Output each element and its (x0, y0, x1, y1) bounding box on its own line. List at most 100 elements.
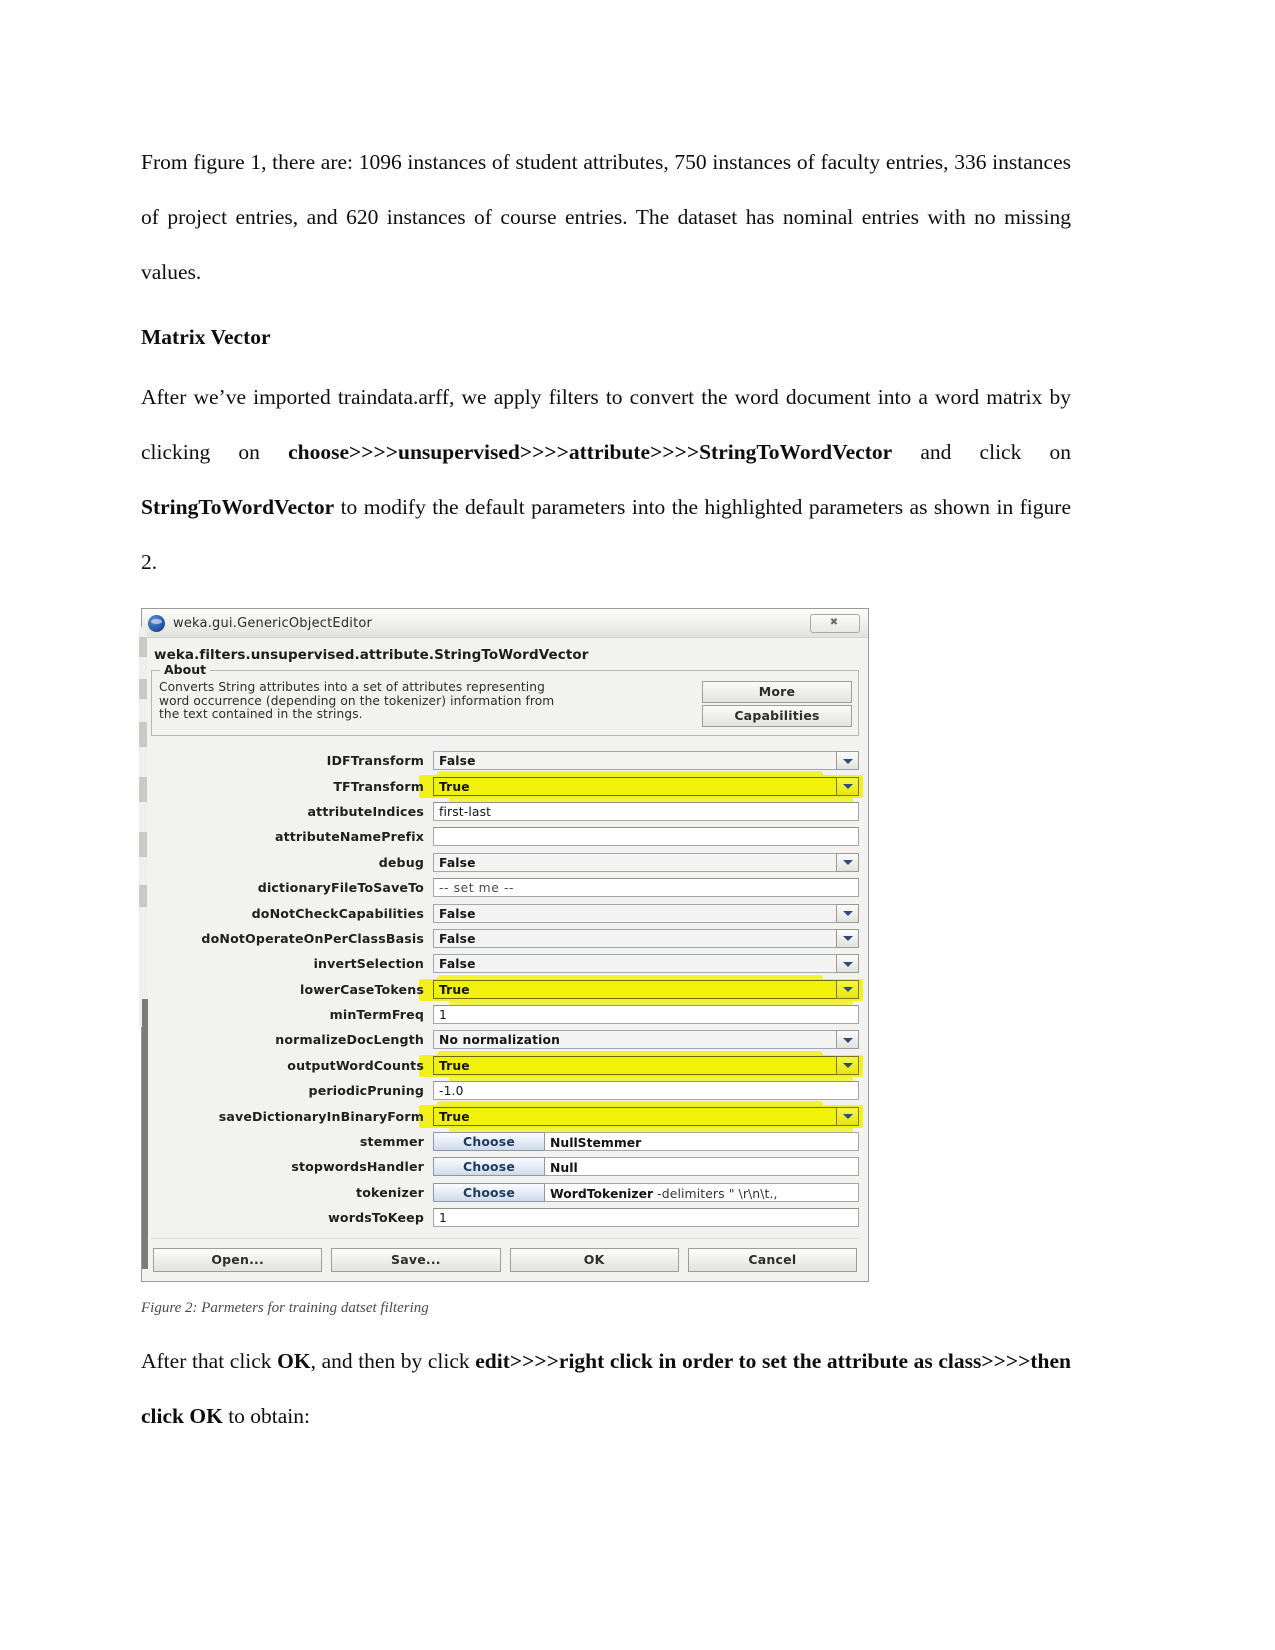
open-button[interactable]: Open... (153, 1248, 323, 1273)
parameter-label: outputWordCounts (287, 1057, 424, 1073)
chevron-down-icon[interactable] (836, 979, 859, 999)
parameter-row: stopwordsHandler Choose Null (151, 1154, 859, 1179)
choose-button[interactable]: Choose (433, 1132, 545, 1152)
close-icon[interactable]: ✖ (810, 613, 860, 633)
about-panel-buttons: More Capabilities (702, 681, 852, 727)
dialog-button-bar: Open... Save... OK Cancel (151, 1238, 859, 1275)
parameter-dropdown[interactable]: False (433, 903, 859, 923)
chevron-down-icon[interactable] (836, 1106, 859, 1126)
parameter-label: doNotCheckCapabilities (251, 905, 424, 921)
dropdown-selected-value[interactable]: False (433, 954, 836, 974)
parameter-label: dictionaryFileToSaveTo (257, 880, 424, 896)
dropdown-selected-value[interactable]: False (433, 903, 836, 923)
parameter-field: False (433, 954, 859, 974)
para3-text-1: After that click (141, 1349, 278, 1373)
dropdown-selected-value[interactable]: True (433, 1106, 836, 1126)
parameter-label: IDFTransform (326, 753, 424, 769)
chosen-object-value[interactable]: WordTokenizer -delimiters " \r\n\t., (545, 1182, 859, 1202)
parameter-dropdown[interactable]: True (433, 1055, 859, 1075)
parameter-field: 1 (433, 1005, 859, 1025)
parameter-row: wordsToKeep 1 (151, 1205, 859, 1230)
document-body-after-figure: After that click OK, and then by click e… (141, 1334, 1071, 1454)
parameter-row: dictionaryFileToSaveTo -- set me -- (151, 875, 859, 900)
dropdown-selected-value[interactable]: False (433, 852, 836, 872)
parameter-dropdown[interactable]: True (433, 979, 859, 999)
dropdown-selected-value[interactable]: No normalization (433, 1030, 836, 1050)
about-description-line-1: Converts String attributes into a set of… (159, 680, 545, 694)
parameter-field: No normalization (433, 1030, 859, 1050)
parameter-label: invertSelection (313, 956, 424, 972)
chosen-object-args: -delimiters " \r\n\t., (653, 1185, 778, 1201)
parameter-row: minTermFreq 1 (151, 1002, 859, 1027)
ok-button[interactable]: OK (509, 1248, 679, 1273)
parameter-label: stemmer (359, 1134, 424, 1150)
parameter-label: saveDictionaryInBinaryForm (218, 1108, 424, 1124)
parameter-row: periodicPruning -1.0 (151, 1078, 859, 1103)
parameter-field: False (433, 928, 859, 948)
weka-logo-icon (148, 614, 165, 632)
para2-bold-menu-path: choose>>>>unsupervised>>>>attribute>>>>S… (288, 440, 893, 464)
parameter-dropdown[interactable]: False (433, 751, 859, 771)
chevron-down-icon[interactable] (836, 852, 859, 872)
parameter-row: invertSelection False (151, 951, 859, 976)
dropdown-selected-value[interactable]: True (433, 979, 836, 999)
chevron-down-icon[interactable] (836, 1055, 859, 1075)
parameter-text-input[interactable]: 1 (433, 1208, 859, 1228)
parameter-field: True (433, 1106, 859, 1126)
parameter-text-input[interactable]: 1 (433, 1005, 859, 1025)
parameter-dropdown[interactable]: No normalization (433, 1030, 859, 1050)
parameter-row: attributeIndices first-last (151, 799, 859, 824)
figure-caption: Figure 2: Parmeters for training datset … (141, 1300, 429, 1316)
dropdown-selected-value[interactable]: True (433, 776, 836, 796)
paragraph-filter-instructions: After we’ve imported traindata.arff, we … (141, 370, 1071, 590)
dialog-content: weka.filters.unsupervised.attribute.Stri… (142, 638, 868, 1281)
chevron-down-icon[interactable] (836, 903, 859, 923)
parameter-field: False (433, 903, 859, 923)
choose-button[interactable]: Choose (433, 1182, 545, 1202)
about-description: Converts String attributes into a set of… (159, 680, 692, 722)
parameter-row: normalizeDocLength No normalization (151, 1027, 859, 1052)
scrollbar-track[interactable] (142, 999, 148, 1269)
parameter-text-input[interactable]: -1.0 (433, 1081, 859, 1101)
parameter-dropdown[interactable]: False (433, 954, 859, 974)
chevron-down-icon[interactable] (836, 751, 859, 771)
para2-bold-filter-name: StringToWordVector (141, 495, 335, 519)
capabilities-button[interactable]: Capabilities (702, 705, 852, 727)
cancel-button[interactable]: Cancel (687, 1248, 857, 1273)
parameter-text-input[interactable]: -- set me -- (433, 878, 859, 898)
paragraph-dataset-stats: From figure 1, there are: 1096 instances… (141, 150, 1071, 284)
chosen-object-value[interactable]: Null (545, 1157, 859, 1177)
dropdown-selected-value[interactable]: False (433, 928, 836, 948)
chevron-down-icon[interactable] (836, 1030, 859, 1050)
chevron-down-icon[interactable] (836, 776, 859, 796)
parameter-row: attributeNamePrefix (151, 824, 859, 849)
chevron-down-icon[interactable] (836, 928, 859, 948)
parameter-label: stopwordsHandler (291, 1159, 424, 1175)
parameter-row: outputWordCounts True (151, 1050, 863, 1083)
parameter-text-input[interactable] (433, 827, 859, 847)
window-title: weka.gui.GenericObjectEditor (173, 615, 373, 631)
chevron-down-icon[interactable] (836, 954, 859, 974)
parameter-label: normalizeDocLength (275, 1032, 424, 1048)
parameter-row: doNotCheckCapabilities False (151, 900, 859, 925)
parameter-text-input[interactable]: first-last (433, 801, 859, 821)
para3-text-3: to obtain: (222, 1404, 310, 1428)
more-button[interactable]: More (702, 681, 852, 703)
chosen-object-value[interactable]: NullStemmer (545, 1132, 859, 1152)
parameter-label: debug (378, 854, 424, 870)
parameter-dropdown[interactable]: True (433, 776, 859, 796)
save-button[interactable]: Save... (331, 1248, 501, 1273)
para3-bold-ok: OK (277, 1349, 311, 1373)
choose-button[interactable]: Choose (433, 1157, 545, 1177)
chosen-object-name: Null (550, 1160, 578, 1176)
parameter-dropdown[interactable]: False (433, 928, 859, 948)
dropdown-selected-value[interactable]: True (433, 1055, 836, 1075)
figure-weka-dialog: weka.gui.GenericObjectEditor ✖ weka.filt… (139, 608, 871, 1283)
parameter-row: debug False (151, 850, 859, 875)
dropdown-selected-value[interactable]: False (433, 751, 836, 771)
parameter-dropdown[interactable]: True (433, 1106, 859, 1126)
parameter-dropdown[interactable]: False (433, 852, 859, 872)
section-heading-matrix-vector: Matrix Vector (141, 325, 271, 349)
parameter-field: True (433, 979, 859, 999)
parameter-field: 1 (433, 1208, 859, 1228)
